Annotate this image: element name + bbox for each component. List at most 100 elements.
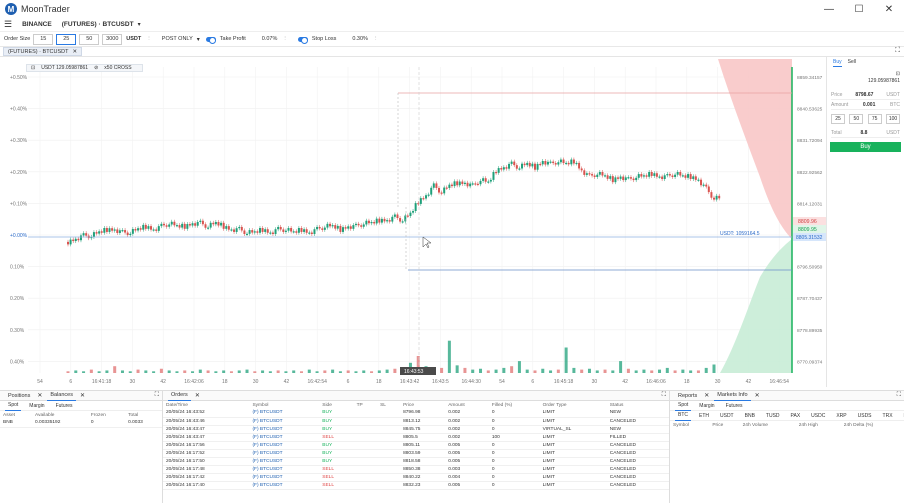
hamburger-menu-icon[interactable]: ☰ xyxy=(4,19,12,30)
close-icon[interactable]: ✕ xyxy=(80,392,85,399)
size-option-3000[interactable]: 3000 xyxy=(102,33,123,45)
close-button[interactable]: ✕ xyxy=(874,0,904,18)
chart-svg[interactable]: USDT: 1059164.5 16:43:53 8809.96 8809.95 880… xyxy=(0,57,826,387)
chevron-down-icon[interactable]: ▾ xyxy=(197,36,200,43)
col-date-time[interactable]: Date/Time xyxy=(163,401,249,409)
col-status[interactable]: Status xyxy=(607,401,669,409)
buy-tab[interactable]: Buy xyxy=(833,59,842,67)
col-asset[interactable]: Asset xyxy=(0,411,32,419)
table-row[interactable]: 20/05/24 16:17:50 (F) BTCUSDT BUY 8818.58 0.… xyxy=(163,457,669,465)
expand-icon[interactable]: ⛶ xyxy=(895,47,900,55)
col-sl[interactable]: SL xyxy=(377,401,400,409)
col-available[interactable]: Available xyxy=(32,411,88,419)
col-amount[interactable]: Amount xyxy=(445,401,489,409)
col-order-type[interactable]: Order Type xyxy=(540,401,607,409)
col-symbol[interactable]: Symbol xyxy=(670,421,709,429)
currency-tab-usds[interactable]: USDS xyxy=(855,411,875,421)
currency-tab-busd[interactable]: BUSD xyxy=(901,411,904,421)
close-icon[interactable]: ✕ xyxy=(37,392,42,399)
subtab-futures[interactable]: Futures xyxy=(53,401,76,411)
col-tp[interactable]: TP xyxy=(354,401,377,409)
take-profit-value[interactable]: 0.07% xyxy=(262,36,278,42)
order-mode-select[interactable]: POST ONLY xyxy=(162,36,193,42)
price-field[interactable]: Price 8798.67 USDT xyxy=(831,90,900,100)
size-currency[interactable]: USDT xyxy=(126,36,141,42)
subtab-margin[interactable]: Margin xyxy=(26,401,47,411)
col-side[interactable]: Side xyxy=(319,401,353,409)
tab-positions[interactable]: Positions xyxy=(5,391,33,401)
tab-reports[interactable]: Reports xyxy=(675,391,700,401)
chevron-down-icon[interactable]: ▾ xyxy=(138,21,141,28)
currency-tab-pax[interactable]: PAX xyxy=(788,411,804,421)
total-value[interactable]: 8.8 xyxy=(860,130,867,136)
expand-icon[interactable]: ⛶ xyxy=(155,392,159,399)
chart-tab[interactable]: (FUTURES) · BTCUSDT ✕ xyxy=(3,47,83,56)
currency-tab-eth[interactable]: ETH xyxy=(696,411,712,421)
maximize-button[interactable]: ☐ xyxy=(844,0,874,18)
pct-50-button[interactable]: 50 xyxy=(849,114,864,124)
subtab-margin[interactable]: Margin xyxy=(696,401,717,411)
col-price[interactable]: Price xyxy=(400,401,445,409)
minimize-button[interactable]: — xyxy=(814,0,844,18)
currency-tab-trx[interactable]: TRX xyxy=(880,411,896,421)
table-row[interactable]: 20/05/24 16:17:48 (F) BTCUSDT SELL 8850.38 0… xyxy=(163,465,669,473)
col-price[interactable]: Price xyxy=(709,421,739,429)
col-delta[interactable]: 24h Delta (%) xyxy=(841,421,904,429)
currency-tab-usdt[interactable]: USDT xyxy=(717,411,737,421)
price-chart[interactable]: USDT: 1059164.5 16:43:53 8809.96 8809.95 880… xyxy=(0,57,826,387)
market-selector[interactable]: (FUTURES) · BTCUSDT xyxy=(62,21,134,28)
expand-icon[interactable]: ⛶ xyxy=(662,392,666,399)
col-filled[interactable]: Filled (%) xyxy=(489,401,540,409)
table-row[interactable]: 20/05/24 16:43:46 (F) BTCUSDT BUY 8813.12 0.… xyxy=(163,417,669,425)
col-frozen[interactable]: Frozen xyxy=(88,411,125,419)
tab-markets-info[interactable]: Markets Info xyxy=(714,391,751,401)
table-row[interactable]: 20/05/24 16:43:52 (F) BTCUSDT BUY 8796.98 0.… xyxy=(163,409,669,417)
exchange-label[interactable]: BINANCE xyxy=(22,21,52,28)
currency-tab-btc[interactable]: BTC xyxy=(675,411,691,421)
expand-icon[interactable]: ⛶ xyxy=(897,392,901,399)
close-icon[interactable]: ✕ xyxy=(195,392,200,399)
buy-button[interactable]: Buy xyxy=(830,142,901,152)
currency-tab-bnb[interactable]: BNB xyxy=(742,411,758,421)
chart-leverage[interactable]: x50 CROSS xyxy=(104,65,131,71)
more-icon[interactable]: ⋮ xyxy=(146,36,152,42)
close-icon[interactable]: ✕ xyxy=(755,392,760,399)
subtab-spot[interactable]: Spot xyxy=(675,401,692,411)
tab-orders[interactable]: Orders xyxy=(168,391,191,401)
currency-tab-tusd[interactable]: TUSD xyxy=(763,411,783,421)
table-row[interactable]: 20/05/24 16:17:52 (F) BTCUSDT BUY 8803.59 0.… xyxy=(163,449,669,457)
amount-value[interactable]: 0.001 xyxy=(863,102,876,108)
size-option-25[interactable]: 25 xyxy=(56,33,77,45)
col-total[interactable]: Total xyxy=(125,411,162,419)
table-row[interactable]: 20/05/24 16:43:47 (F) BTCUSDT SELL 8805.5 0.… xyxy=(163,433,669,441)
price-value[interactable]: 8798.67 xyxy=(855,92,873,98)
more-icon[interactable]: ⋮ xyxy=(282,36,288,42)
stop-loss-toggle[interactable] xyxy=(297,36,308,44)
tab-balances[interactable]: Balances xyxy=(47,391,76,401)
currency-tab-usdc[interactable]: USDC xyxy=(808,411,828,421)
subtab-spot[interactable]: Spot xyxy=(5,401,22,411)
col-high[interactable]: 24h High xyxy=(796,421,841,429)
pct-100-button[interactable]: 100 xyxy=(885,114,900,124)
total-field[interactable]: Total 8.8 USDT xyxy=(831,128,900,138)
currency-tab-xrp[interactable]: XRP xyxy=(833,411,849,421)
table-row[interactable]: 20/05/24 16:17:56 (F) BTCUSDT BUY 8805.11 0.… xyxy=(163,441,669,449)
pct-25-button[interactable]: 25 xyxy=(831,114,845,124)
amount-field[interactable]: Amount 0.001 BTC xyxy=(831,100,900,110)
table-row[interactable]: 20/05/24 16:43:47 (F) BTCUSDT BUY 8845.75 0.… xyxy=(163,425,669,433)
close-icon[interactable]: ✕ xyxy=(73,49,78,55)
sell-tab[interactable]: Sell xyxy=(848,59,856,67)
pct-75-button[interactable]: 75 xyxy=(867,114,882,124)
stop-loss-value[interactable]: 0.30% xyxy=(352,36,368,42)
more-icon[interactable]: ⋮ xyxy=(373,36,379,42)
subtab-futures[interactable]: Futures xyxy=(723,401,746,411)
table-row[interactable]: 20/05/24 16:17:40 (F) BTCUSDT SELL 8832.23 0… xyxy=(163,481,669,489)
size-option-50[interactable]: 50 xyxy=(79,33,100,45)
take-profit-toggle[interactable] xyxy=(205,36,216,44)
col-volume[interactable]: 24h Volume xyxy=(740,421,796,429)
size-option-15[interactable]: 15 xyxy=(33,33,54,45)
close-icon[interactable]: ✕ xyxy=(704,392,709,399)
table-row[interactable]: BNB 0.00335192 0 0.0033 xyxy=(0,419,162,427)
col-symbol[interactable]: Symbol xyxy=(249,401,319,409)
table-row[interactable]: 20/05/24 16:17:42 (F) BTCUSDT SELL 8840.22 0… xyxy=(163,473,669,481)
